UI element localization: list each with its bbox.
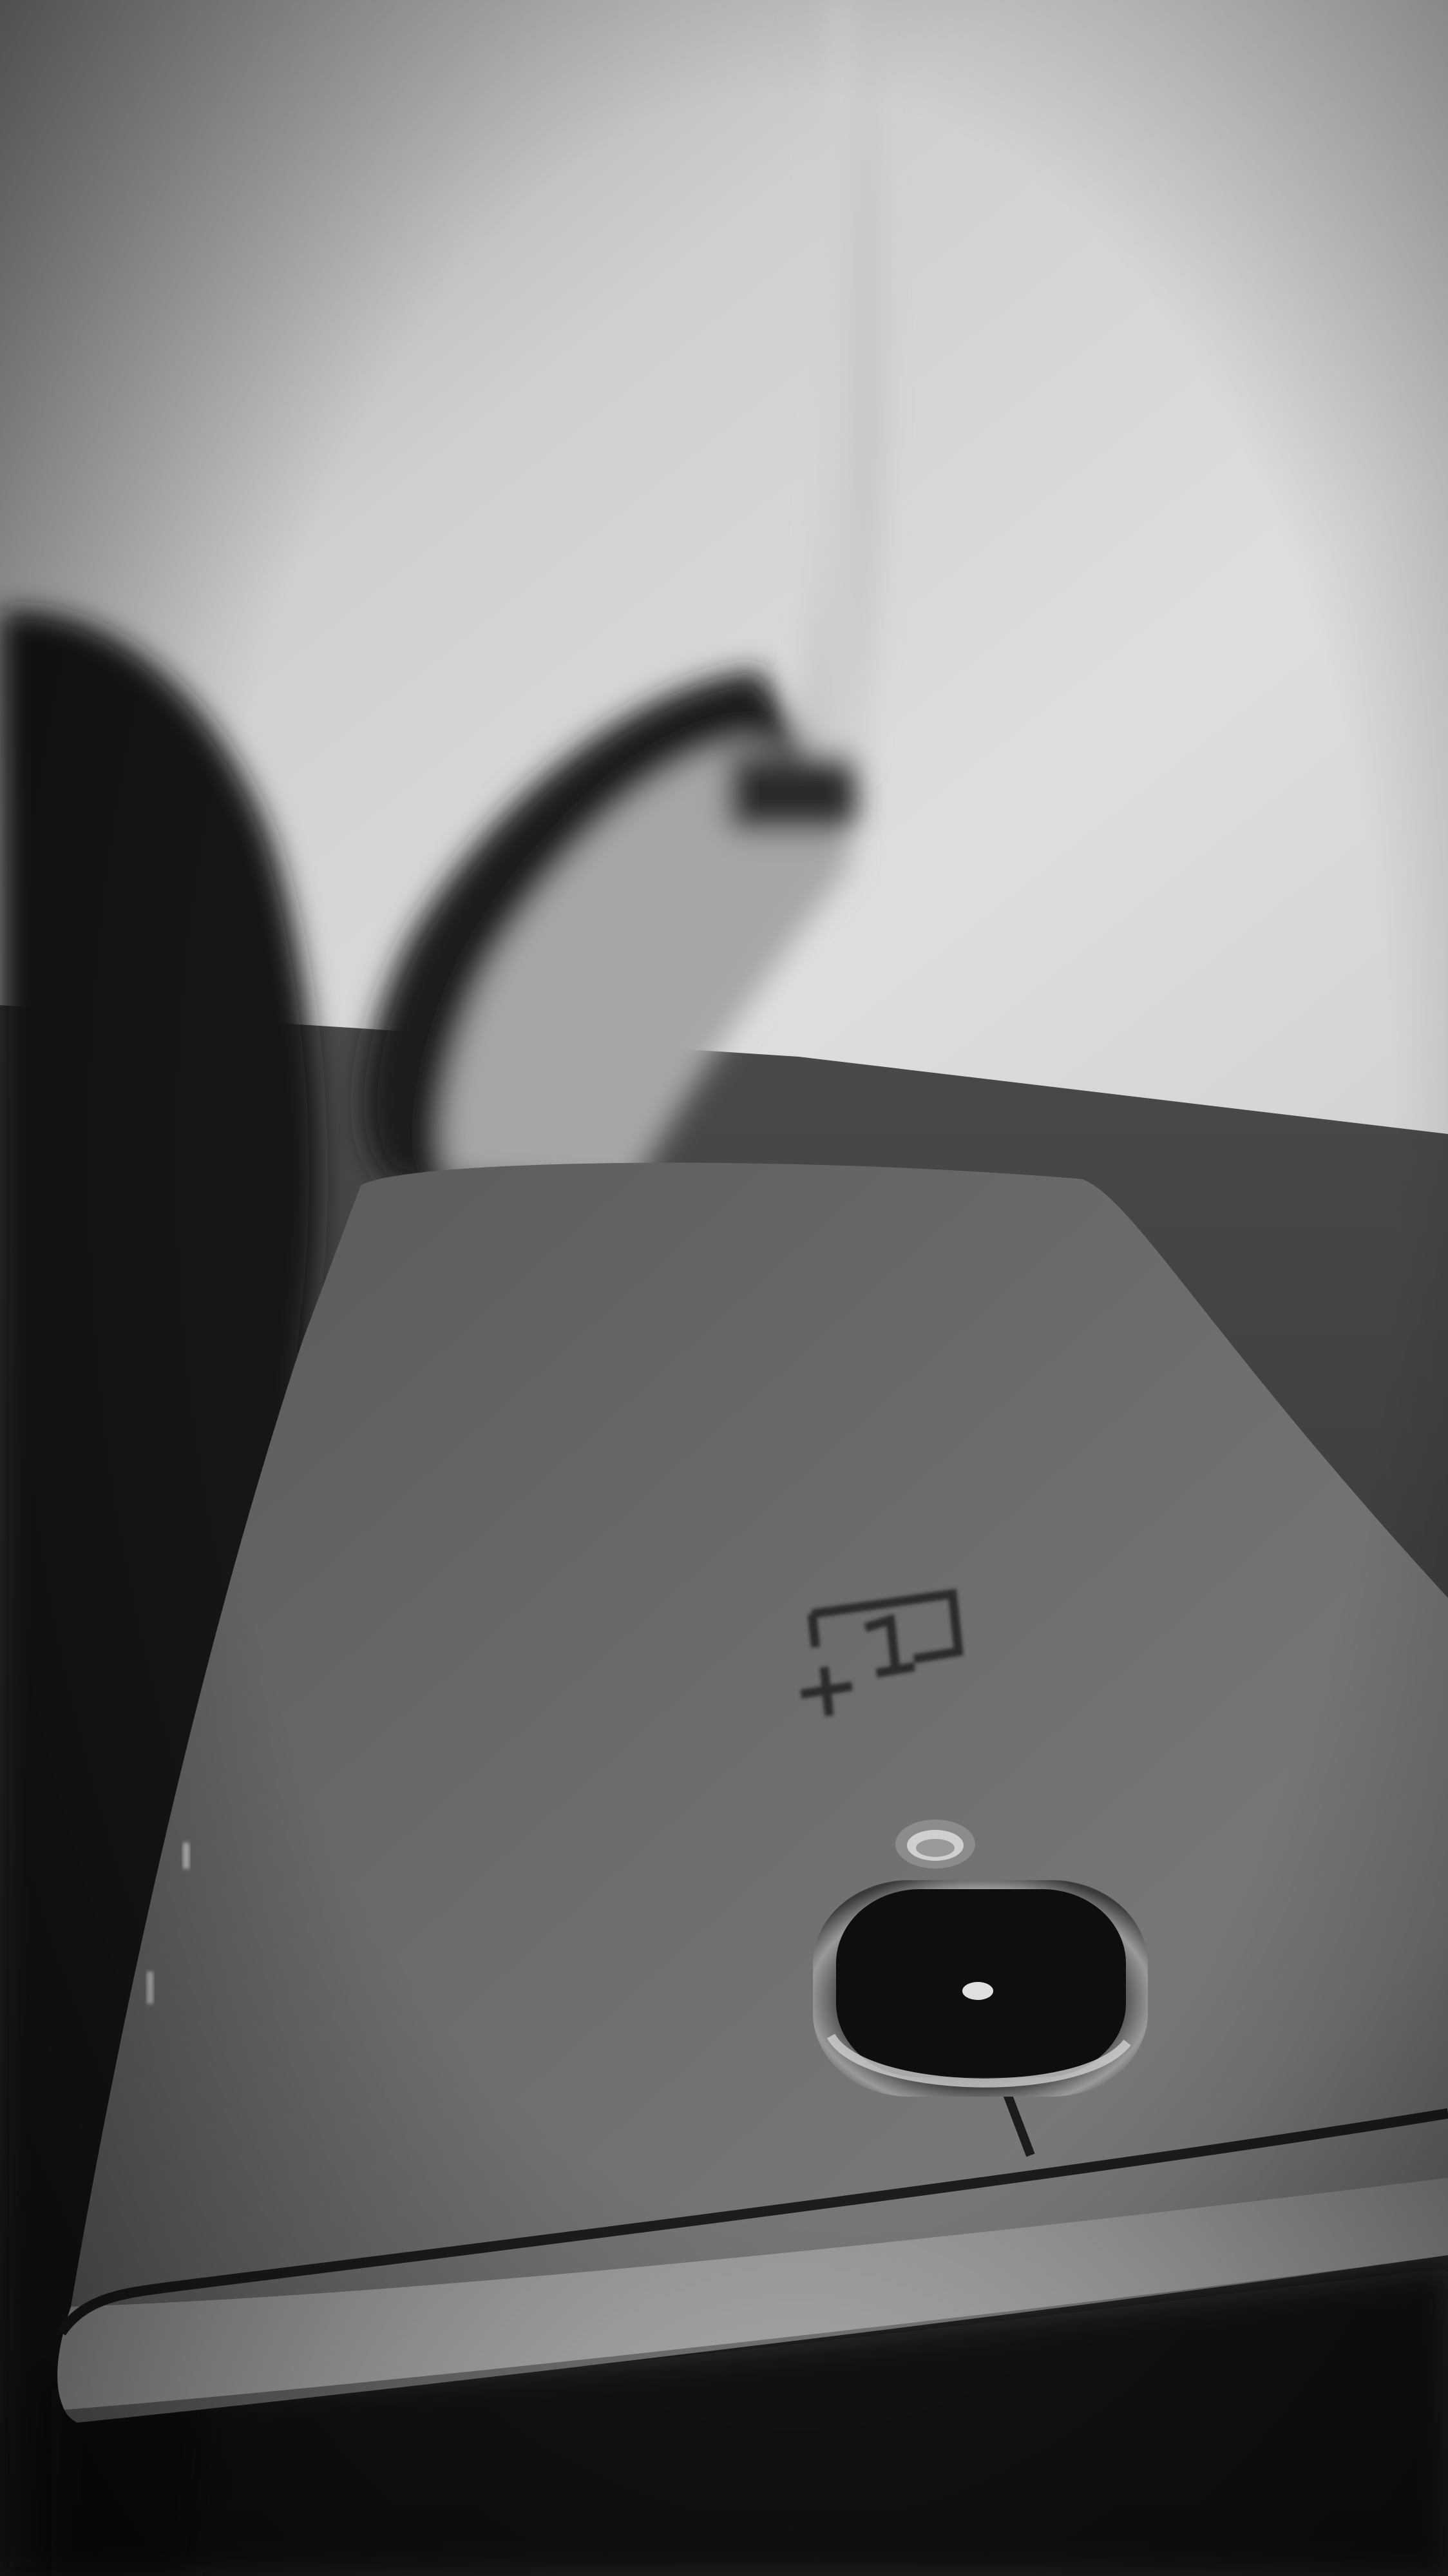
- photo-canvas: [0, 0, 1448, 2576]
- photo-scene: [0, 0, 1448, 2576]
- vignette-overlay: [0, 0, 1448, 2576]
